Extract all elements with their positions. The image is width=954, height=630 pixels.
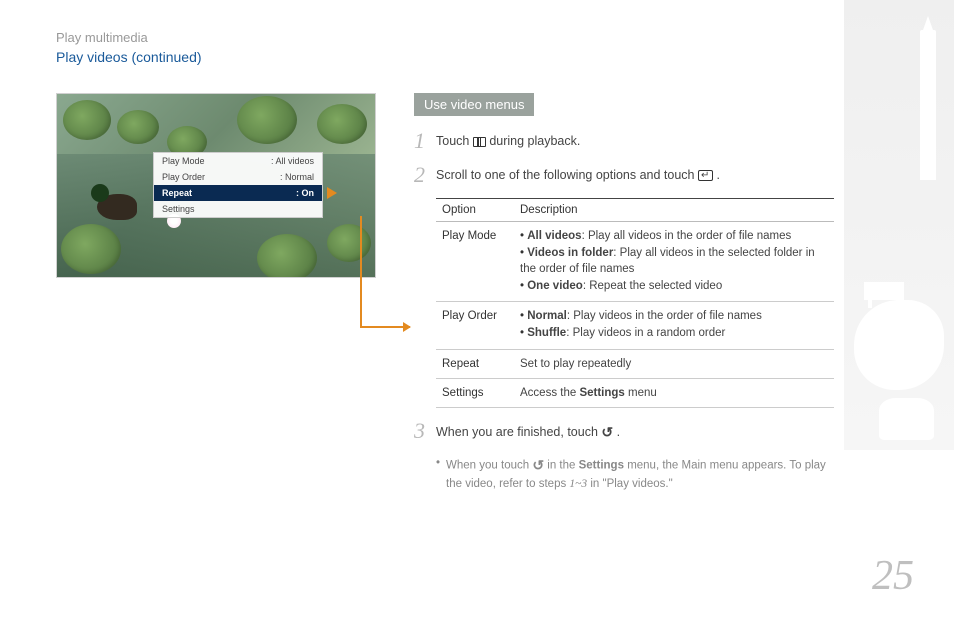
list-item: All videos: Play all videos in the order… (520, 228, 828, 244)
page-title: Play videos (continued) (56, 49, 834, 65)
page-number: 25 (872, 552, 914, 600)
table-row: Play Order Normal: Play videos in the ord… (436, 302, 834, 349)
list-item: Videos in folder: Play all videos in the… (520, 245, 828, 277)
callout-connector (360, 326, 410, 328)
osd-menu-label: Play Mode (162, 156, 205, 166)
osd-menu-row: Play Order : Normal (154, 169, 322, 185)
option-description: All videos: Play all videos in the order… (514, 222, 834, 302)
table-header-option: Option (436, 199, 514, 222)
menu-icon (473, 137, 486, 147)
table-row: RepeatSet to play repeatedly (436, 349, 834, 378)
step-1-text-before: Touch (436, 134, 473, 148)
step-1-text-after: during playback. (489, 134, 580, 148)
options-table: Option Description Play Mode All videos: … (436, 198, 834, 408)
list-item: One video: Repeat the selected video (520, 278, 828, 294)
step-3-text-after: . (617, 425, 620, 439)
on-screen-menu: Play Mode : All videos Play Order : Normal R… (153, 152, 323, 218)
section-heading: Use video menus (414, 93, 534, 116)
callout-connector (360, 216, 362, 328)
option-name: Play Order (436, 302, 514, 349)
note-text: in "Play videos." (590, 478, 672, 490)
step-number: 2 (414, 164, 436, 186)
step-3-note: • When you touch ↺ in the Settings menu,… (436, 455, 834, 493)
osd-menu-label: Settings (162, 204, 195, 214)
step-2-text-after: . (716, 168, 719, 182)
option-description: Set to play repeatedly (514, 349, 834, 378)
breadcrumb: Play multimedia (56, 30, 834, 45)
step-2-text-before: Scroll to one of the following options a… (436, 168, 698, 182)
step-3: 3 When you are finished, touch ↺ . (414, 420, 834, 443)
table-row: Play Mode All videos: Play all videos in … (436, 222, 834, 302)
back-icon: ↺ (532, 455, 544, 476)
note-steps-range: 1~3 (569, 478, 587, 490)
table-row: SettingsAccess the Settings menu (436, 378, 834, 407)
note-text: When you touch (446, 459, 532, 471)
option-name: Repeat (436, 349, 514, 378)
note-text: in the (547, 459, 578, 471)
step-1: 1 Touch during playback. (414, 130, 834, 152)
osd-menu-row: Play Mode : All videos (154, 153, 322, 169)
osd-menu-label: Repeat (162, 188, 192, 198)
step-3-text-before: When you are finished, touch (436, 425, 601, 439)
table-header-description: Description (514, 199, 834, 222)
device-screenshot: Play Mode : All videos Play Order : Normal R… (56, 93, 376, 278)
osd-menu-value: : All videos (271, 156, 314, 166)
note-bold: Settings (579, 459, 624, 471)
step-number: 1 (414, 130, 436, 152)
list-item: Shuffle: Play videos in a random order (520, 325, 828, 341)
option-name: Play Mode (436, 222, 514, 302)
osd-menu-row: Repeat : On (154, 185, 322, 201)
osd-menu-row: Settings (154, 201, 322, 217)
option-name: Settings (436, 378, 514, 407)
osd-menu-value: : On (296, 188, 314, 198)
osd-menu-value: : Normal (280, 172, 314, 182)
list-item: Normal: Play videos in the order of file… (520, 308, 828, 324)
osd-menu-label: Play Order (162, 172, 205, 182)
enter-icon (698, 170, 713, 181)
back-icon: ↺ (601, 422, 613, 443)
step-2: 2 Scroll to one of the following options… (414, 164, 834, 186)
option-description: Normal: Play videos in the order of file… (514, 302, 834, 349)
option-description: Access the Settings menu (514, 378, 834, 407)
step-number: 3 (414, 420, 436, 442)
